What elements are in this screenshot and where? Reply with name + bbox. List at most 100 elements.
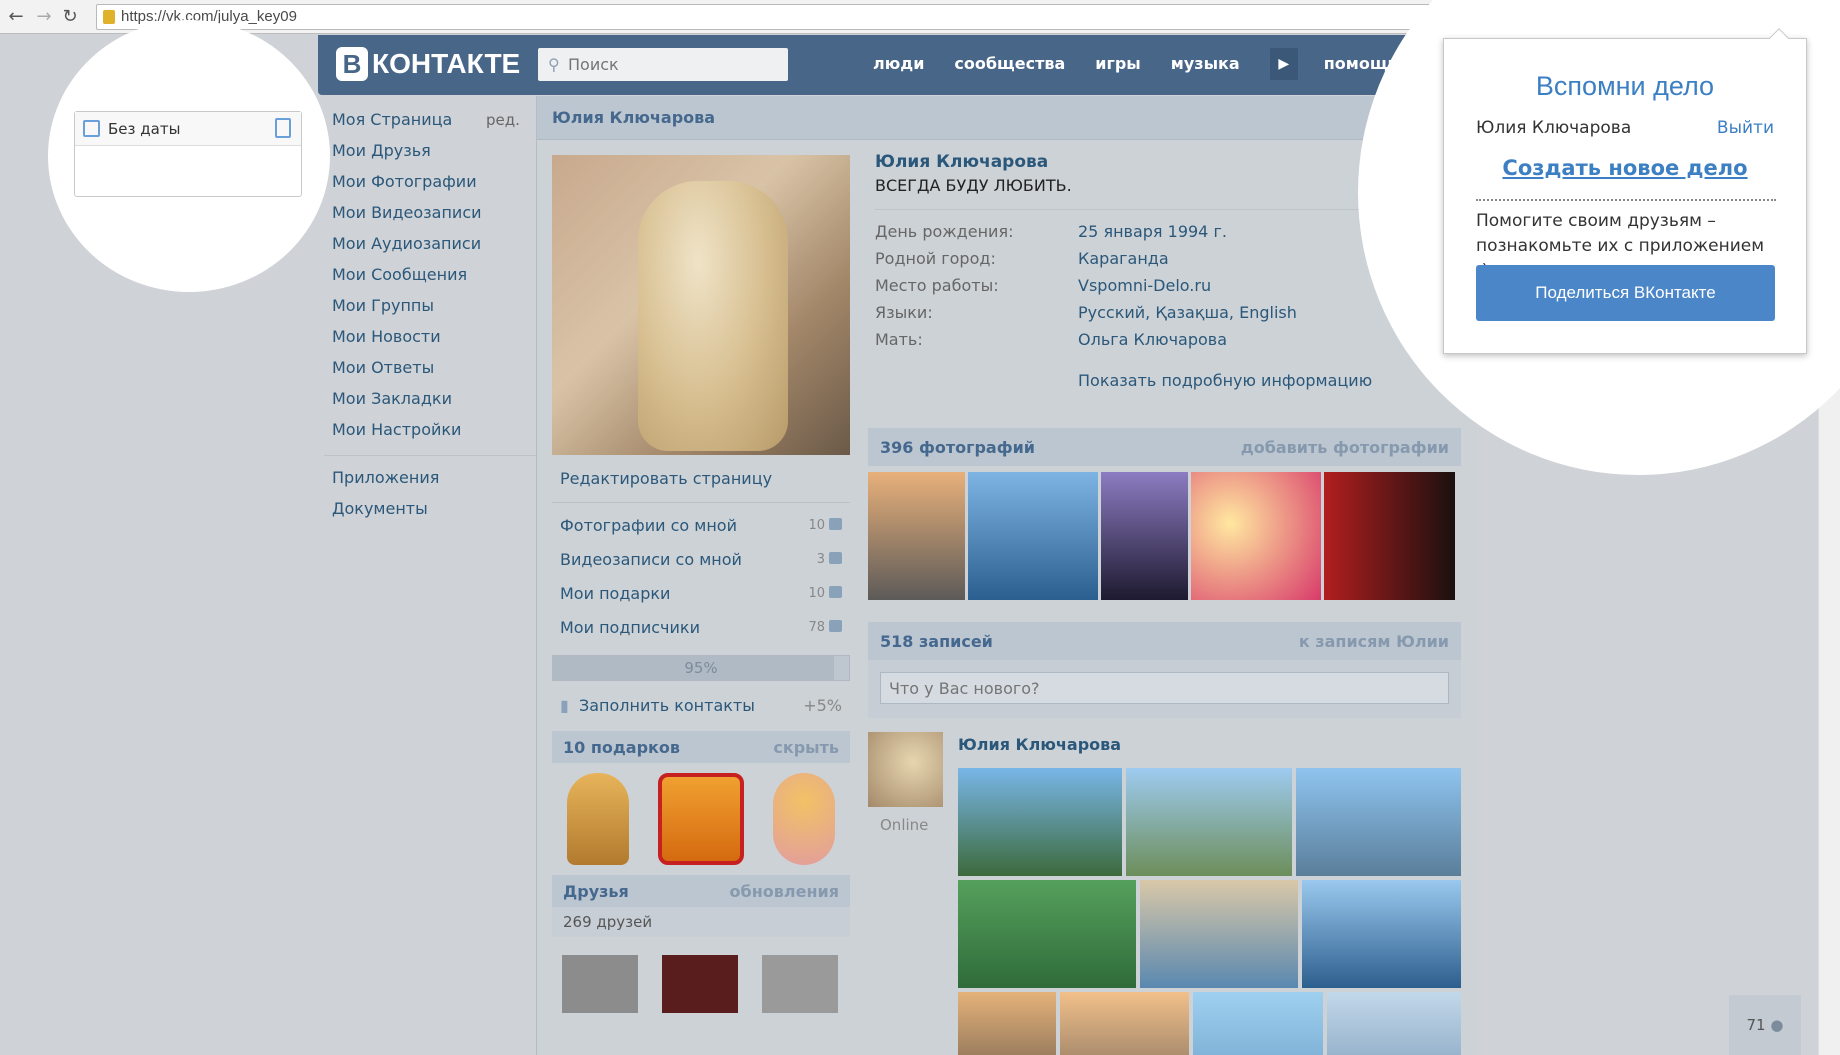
gift-bunny[interactable] bbox=[773, 773, 836, 865]
sidebar-item-news[interactable]: Мои Новости bbox=[332, 325, 532, 356]
my-gifts-link[interactable]: Мои подарки 10 bbox=[552, 577, 850, 611]
divider bbox=[875, 209, 1369, 210]
vk-logo[interactable]: В КОНТАКТЕ bbox=[336, 47, 520, 81]
address-bar[interactable]: https://vk.com/julya_key09 ☆ bbox=[96, 4, 1708, 30]
show-more-info-link[interactable]: Показать подробную информацию bbox=[1078, 371, 1465, 390]
popup-logout-link[interactable]: Выйти bbox=[1717, 118, 1774, 138]
forward-icon[interactable]: → bbox=[34, 7, 54, 27]
post-photo[interactable] bbox=[958, 768, 1122, 876]
photos-header[interactable]: 396 фотографий добавить фотографии bbox=[868, 428, 1461, 466]
post-photo[interactable] bbox=[958, 880, 1136, 988]
sidebar-item-apps[interactable]: Приложения bbox=[332, 466, 532, 497]
photo-thumb[interactable] bbox=[1324, 472, 1455, 600]
field-value[interactable]: Караганда bbox=[1078, 249, 1297, 276]
wall-title: 518 записей bbox=[880, 631, 993, 651]
sidebar-item-friends[interactable]: Мои Друзья bbox=[332, 139, 532, 170]
edit-page-link[interactable]: Редактировать страницу bbox=[552, 462, 850, 496]
wall-header[interactable]: 518 записей к записям Юлии bbox=[868, 622, 1461, 660]
profile-photo[interactable] bbox=[552, 155, 850, 455]
play-icon[interactable]: ▶ bbox=[1269, 48, 1298, 80]
edit-link[interactable]: ред. bbox=[486, 108, 520, 132]
field-value[interactable]: Ольга Ключарова bbox=[1078, 330, 1297, 357]
friends-updates-link[interactable]: обновления bbox=[730, 882, 839, 901]
nav-games[interactable]: игры bbox=[1095, 54, 1141, 80]
top-nav: люди сообщества игры музыка ▶ помощь вы bbox=[873, 48, 1482, 80]
gift-box[interactable] bbox=[657, 773, 744, 865]
sidebar-item-settings[interactable]: Мои Настройки bbox=[332, 418, 532, 449]
videos-with-me-link[interactable]: Видеозаписи со мной 3 bbox=[552, 543, 850, 577]
search-input[interactable] bbox=[568, 52, 778, 77]
new-post-input[interactable] bbox=[880, 672, 1449, 704]
row-label: Фотографии со мной bbox=[560, 516, 737, 535]
my-followers-link[interactable]: Мои подписчики 78 bbox=[552, 611, 850, 645]
post-photo[interactable] bbox=[1059, 992, 1190, 1055]
bookmark-star-icon[interactable]: ☆ bbox=[1683, 6, 1701, 30]
photos-title: 396 фотографий bbox=[880, 437, 1036, 457]
add-photos-link[interactable]: добавить фотографии bbox=[1241, 438, 1449, 457]
photo-thumb[interactable] bbox=[1191, 472, 1321, 600]
sidebar-item-messages[interactable]: Мои Сообщения bbox=[332, 263, 532, 294]
post-photo[interactable] bbox=[958, 992, 1056, 1055]
friends-title: Друзья bbox=[563, 881, 629, 901]
sidebar-item-answers[interactable]: Мои Ответы bbox=[332, 356, 532, 387]
reload-icon[interactable]: ↻ bbox=[60, 7, 80, 27]
field-value[interactable]: 25 января 1994 г. bbox=[1078, 222, 1297, 249]
profile-photo-subject bbox=[638, 181, 788, 451]
friend-avatar[interactable] bbox=[762, 955, 838, 1013]
menu-icon[interactable] bbox=[1816, 6, 1832, 26]
sidebar-item-audio[interactable]: Мои Аудиозаписи bbox=[332, 232, 532, 263]
gifts-header[interactable]: 10 подарков скрыть bbox=[552, 731, 850, 763]
sidebar-item-videos[interactable]: Мои Видеозаписи bbox=[332, 201, 532, 232]
friend-avatar[interactable] bbox=[662, 955, 738, 1013]
post-photo[interactable] bbox=[1296, 768, 1461, 876]
vspomni-extension-icon[interactable] bbox=[1781, 6, 1803, 28]
friend-avatar[interactable] bbox=[562, 955, 638, 1013]
field-key: Родной город: bbox=[875, 249, 996, 268]
task-widget[interactable]: Без даты bbox=[74, 111, 302, 197]
sidebar-item-documents[interactable]: Документы bbox=[332, 497, 532, 528]
search-box[interactable]: ⚲ bbox=[538, 48, 788, 81]
divider bbox=[552, 502, 850, 503]
calendar-icon[interactable] bbox=[83, 120, 100, 137]
post-photo[interactable] bbox=[1126, 768, 1292, 876]
photo-thumb[interactable] bbox=[868, 472, 965, 600]
field-value[interactable]: Русский, Қазақша, English bbox=[1078, 303, 1297, 330]
row-count: 78 bbox=[808, 620, 825, 635]
nav-communities[interactable]: сообщества bbox=[954, 54, 1065, 80]
post-author-avatar[interactable] bbox=[868, 732, 943, 807]
nav-people[interactable]: люди bbox=[873, 54, 924, 80]
row-count: 3 bbox=[816, 552, 825, 567]
adblock-extension-icon[interactable] bbox=[1748, 6, 1770, 28]
post-author-name[interactable]: Юлия Ключарова bbox=[958, 735, 1121, 754]
post-photo[interactable] bbox=[1140, 880, 1298, 988]
gift-giraffe[interactable] bbox=[566, 773, 629, 865]
photo-thumb[interactable] bbox=[1101, 472, 1188, 600]
nav-help[interactable]: помощь bbox=[1324, 54, 1398, 80]
scrollbar[interactable] bbox=[1818, 34, 1840, 1055]
fill-contacts-link[interactable]: ▮ Заполнить контакты +5% bbox=[552, 681, 850, 731]
field-value[interactable]: Vspomni-Delo.ru bbox=[1078, 276, 1297, 303]
trash-icon[interactable] bbox=[275, 118, 291, 138]
post-photo[interactable] bbox=[1193, 992, 1323, 1055]
create-task-link[interactable]: Создать новое дело bbox=[1444, 156, 1806, 180]
photo-thumb[interactable] bbox=[968, 472, 1098, 600]
sidebar-item-bookmarks[interactable]: Мои Закладки bbox=[332, 387, 532, 418]
wall-link[interactable]: к записям Юлии bbox=[1299, 632, 1449, 651]
post-photo-grid bbox=[958, 768, 1461, 1055]
share-vk-button[interactable]: Поделиться ВКонтакте bbox=[1476, 265, 1775, 321]
post-photo[interactable] bbox=[1326, 992, 1461, 1055]
online-friends-counter[interactable]: 71 ● bbox=[1729, 995, 1801, 1055]
scrollbar-thumb[interactable] bbox=[1823, 56, 1837, 256]
hide-gifts-link[interactable]: скрыть bbox=[773, 738, 839, 757]
field-key: Мать: bbox=[875, 330, 923, 349]
sidebar-item-photos[interactable]: Мои Фотографии bbox=[332, 170, 532, 201]
sidebar-item-my-page[interactable]: Моя Страница ред. bbox=[332, 108, 532, 139]
nav-music[interactable]: музыка bbox=[1171, 54, 1240, 80]
post-photo[interactable] bbox=[1302, 880, 1461, 988]
sidebar-item-label: Моя Страница bbox=[332, 110, 453, 129]
friends-header[interactable]: Друзья обновления bbox=[552, 875, 850, 907]
back-icon[interactable]: ← bbox=[6, 7, 26, 27]
sidebar-item-groups[interactable]: Мои Группы bbox=[332, 294, 532, 325]
photos-with-me-link[interactable]: Фотографии со мной 10 bbox=[552, 509, 850, 543]
profile-status[interactable]: ВСЕГДА БУДУ ЛЮБИТЬ. bbox=[875, 176, 1465, 195]
